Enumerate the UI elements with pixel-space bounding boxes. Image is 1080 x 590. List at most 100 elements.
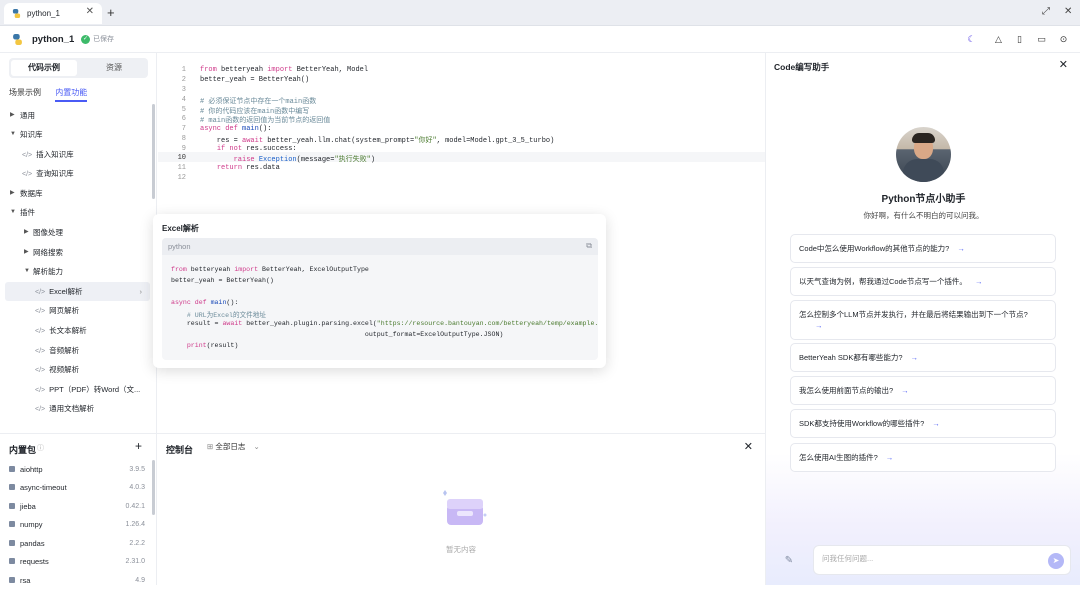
suggested-question[interactable]: SDK都支持使用Workflow的哪些插件? → [790,409,1056,438]
code-line: return res.data [216,164,280,172]
tree-item-general[interactable]: ▶ 通用 [0,106,152,125]
package-item[interactable]: aiohttp 3.9.5 [9,461,145,479]
code-line: # 必须保证节点中存在一个main函数 [200,98,317,106]
log-filter-select[interactable]: ⊞ 全部日志 ⌄ [201,438,285,455]
tree-item-knowledge[interactable]: ▼ 知识库 [0,125,152,144]
header: python_1 ✓ 已保存 [0,26,1080,53]
tab-bar: python_1 ✕ + ⤢ ✕ [0,0,1080,26]
subtabs: 场景示例 内置功能 [9,87,99,102]
copy-icon[interactable]: ⧉ [586,241,592,251]
tree-item-video[interactable]: </> 视频解析 [0,360,152,379]
close-assistant-button[interactable]: ✕ [1059,58,1068,71]
code-icon: </> [35,387,46,394]
empty-text: 暂无内容 [446,545,476,554]
packages-panel: 内置包 ⓘ + aiohttp 3.9.5 async-timeout 4.0.3 … [0,433,157,585]
left-scrollbar[interactable] [152,104,155,199]
package-icon [9,577,15,583]
grid-icon: ⊞ [207,442,214,451]
code-line: # main函数的返回值为当前节点的返回值 [200,117,331,125]
tree-item-web-parse[interactable]: </> 网页解析 [0,301,152,320]
packages-scrollbar[interactable] [152,460,155,515]
segment-code-examples[interactable]: 代码示例 [11,60,77,76]
arrow-right-icon: → [901,386,909,395]
chevron-down-icon: ⌄ [253,442,260,451]
left-panel: 代码示例 资源 场景示例 内置功能 ▶ 通用 ▼ 知识库 </> 插入知识库 </> 查… [0,53,157,433]
package-item[interactable]: numpy 1.26.4 [9,516,145,534]
tree-item-image[interactable]: ▶ 图像处理 [0,223,152,242]
tree-item-database[interactable]: ▶ 数据库 [0,184,152,203]
assistant-title: Code编写助手 [774,62,830,72]
arrow-right-icon: → [885,453,894,462]
assistant-panel: Code编写助手 ✕ Python节点小助手 你好啊，有什么不明白的可以问我。 … [765,53,1080,585]
popup-title: Excel解析 [162,224,199,233]
code-line: raise Exception(message="执行失败") [233,156,376,164]
warning-icon[interactable]: △ [993,34,1004,45]
package-item[interactable]: pandas 2.2.2 [9,535,145,553]
add-package-button[interactable]: + [135,439,142,453]
arrow-right-icon: → [932,419,940,428]
close-window-icon[interactable]: ✕ [1064,6,1072,17]
tree-item-excel[interactable]: </> Excel解析 › [5,282,150,301]
console-title: 控制台 [166,445,194,455]
fullscreen-icon[interactable]: ⤢ [1042,6,1050,17]
package-item[interactable]: rsa 4.9 [9,572,145,590]
empty-box-icon [443,490,487,525]
page-title: python_1 [32,34,75,45]
package-icon [9,558,15,564]
info-icon[interactable]: ⓘ [37,443,44,453]
package-item[interactable]: jieba 0.42.1 [9,498,145,516]
package-item[interactable]: async-timeout 4.0.3 [9,479,145,497]
tab-builtin[interactable]: 内置功能 [55,88,88,102]
arrow-right-icon: → [974,277,983,286]
close-console-button[interactable]: ✕ [744,440,753,453]
tree-item-long-text[interactable]: </> 长文本解析 [0,321,152,340]
package-item[interactable]: requests 2.31.0 [9,553,145,571]
suggested-question[interactable]: BetterYeah SDK都有哪些能力? → [790,343,1056,372]
code-icon: </> [35,308,46,315]
check-icon: ✓ [81,34,90,44]
close-tab-icon[interactable]: ✕ [86,6,94,17]
suggested-question[interactable]: 我怎么使用前面节点的输出? → [790,376,1056,405]
terminal-icon[interactable]: ▭ [1036,34,1047,45]
code-icon: </> [35,348,46,355]
tab-python-1[interactable]: python_1 ✕ [4,3,102,24]
clear-chat-icon[interactable]: ✎ [778,550,800,572]
code-icon: </> [22,152,33,159]
run-icon[interactable]: ⊙ [1058,34,1069,45]
tab-scenarios[interactable]: 场景示例 [9,88,41,97]
tree-item-audio[interactable]: </> 音频解析 [0,341,152,360]
tree-item-web-search[interactable]: ▶ 网络搜索 [0,243,152,262]
chevron-right-icon: › [139,287,143,296]
avatar [896,127,951,182]
assistant-icon[interactable]: ☾ [966,34,977,45]
suggested-question[interactable]: Code中怎么使用Workflow的其他节点的能力? → [790,234,1056,263]
suggested-question[interactable]: 以天气查询为例，帮我通过Code节点写一个插件。 → [790,267,1056,296]
tree-item-parsing[interactable]: ▼ 解析能力 [0,262,152,281]
console-panel: 控制台 ⊞ 全部日志 ⌄ ✕ 暂无内容 [157,433,765,585]
suggested-question[interactable]: 怎么控制多个LLM节点并发执行，并在最后将结果输出到下一个节点? → [790,300,1056,340]
segment-resources[interactable]: 资源 [81,60,147,76]
new-tab-button[interactable]: + [107,5,115,20]
tree-item-ppt[interactable]: </> PPT（PDF）转Word（文... [0,380,152,399]
tree-item-docs[interactable]: </> 通用文档解析 [0,399,152,418]
tree-item-plugins[interactable]: ▼ 插件 [0,203,152,222]
python-logo-icon [13,34,22,45]
tree-item-query-knowledge[interactable]: </> 查询知识库 [0,164,152,183]
chat-input[interactable] [822,554,1042,563]
arrow-right-icon: → [957,244,965,253]
code-icon: </> [22,171,33,178]
code-icon: </> [35,367,46,374]
python-icon [12,9,21,18]
packages-title: 内置包 [9,445,37,455]
suggested-question[interactable]: 怎么使用AI生图的插件? → [790,443,1056,472]
arrow-right-icon: → [815,321,823,330]
code-icon: </> [35,289,46,296]
code-line: better_yeah = BetterYeah() [200,76,310,84]
segment-control: 代码示例 资源 [9,58,148,78]
document-icon[interactable]: ▯ [1014,34,1025,45]
tree-item-insert-knowledge[interactable]: </> 插入知识库 [0,145,152,164]
code-line: if not res.success: [216,145,297,153]
send-button[interactable]: ➤ [1048,553,1064,569]
package-icon [9,503,15,509]
tab-label: python_1 [27,9,60,18]
